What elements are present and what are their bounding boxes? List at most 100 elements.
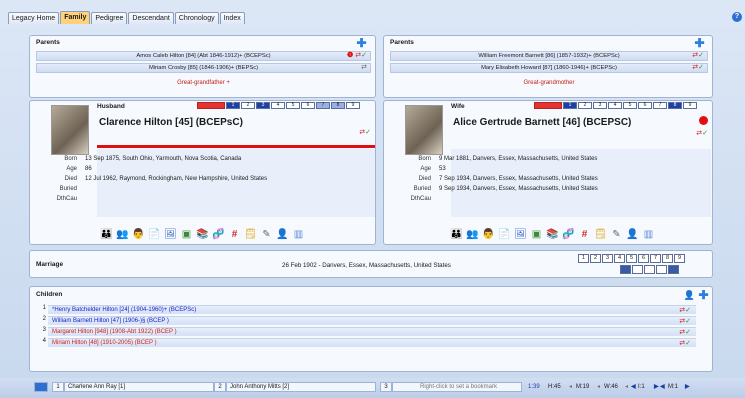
child-row[interactable]: *Henry Batchelder Hilton [24] (1904-1960…: [48, 305, 696, 314]
picture-icon[interactable]: 🖼: [514, 228, 527, 241]
add-parent-icon[interactable]: ✚: [356, 37, 367, 49]
add-parent-icon[interactable]: ✚: [694, 37, 705, 49]
source-icon[interactable]: 📚: [196, 228, 209, 241]
wife-header[interactable]: Wife 1 2 3 4 5 6 7 8 9 Alice Gertrude Ba…: [451, 102, 711, 148]
people-icon[interactable]: 👥: [466, 228, 479, 241]
mother-row[interactable]: Miriam Crosby [85] (1846-1906)+ (BEPSc) …: [36, 63, 371, 73]
hashtag-icon[interactable]: #: [578, 228, 591, 241]
wife-num-2[interactable]: 2: [578, 102, 592, 109]
husband-name[interactable]: Clarence Hilton [45] (BCEPsC): [99, 117, 243, 128]
marriage-indicator-icon[interactable]: [656, 265, 667, 274]
wife-num-5[interactable]: 5: [623, 102, 637, 109]
individual-count[interactable]: I:1: [638, 382, 645, 392]
wife-number-bar[interactable]: 1 2 3 4 5 6 7 8 9: [534, 102, 698, 109]
nav-left-icon[interactable]: ◂: [569, 382, 572, 392]
chart-icon[interactable]: ▥: [642, 228, 655, 241]
people-icon[interactable]: 👥: [116, 228, 129, 241]
warning-icon[interactable]: [699, 116, 708, 125]
marriage-num-8[interactable]: 8: [662, 254, 673, 263]
child-row[interactable]: Miriam Hilton [48] (1910-2005) (BCEP ) ⇄✓: [48, 338, 696, 347]
wife-photo[interactable]: [405, 105, 443, 155]
husband-photo[interactable]: [51, 105, 89, 155]
family-icon[interactable]: 👪: [100, 228, 113, 241]
note-icon[interactable]: 📄: [148, 228, 161, 241]
bookmark-2[interactable]: John Anthony Mitts [2]: [226, 382, 376, 392]
dna-icon[interactable]: 🧬: [562, 228, 575, 241]
father-row[interactable]: William Freemont Barnett [86] (1857-1932…: [390, 51, 708, 61]
tools-icon[interactable]: ✎: [610, 228, 623, 241]
marriages-count[interactable]: M:19: [576, 382, 589, 392]
husband-num-6[interactable]: 6: [301, 102, 315, 109]
marriage-num-6[interactable]: 6: [638, 254, 649, 263]
media-icon[interactable]: ▣: [530, 228, 543, 241]
wife-name[interactable]: Alice Gertrude Barnett [46] (BCEPSC): [453, 117, 631, 128]
wife-num-8[interactable]: 8: [668, 102, 682, 109]
marriage-num-7[interactable]: 7: [650, 254, 661, 263]
wife-num-9[interactable]: 9: [683, 102, 697, 109]
help-icon[interactable]: ?: [732, 12, 742, 22]
marriage-indicator-icon[interactable]: [620, 265, 631, 274]
husband-num-1[interactable]: 1: [226, 102, 240, 109]
wife-num-4[interactable]: 4: [608, 102, 622, 109]
husband-number-bar[interactable]: 1 2 3 4 5 6 7 8 9: [197, 102, 361, 109]
bookmark-icon[interactable]: [34, 382, 48, 392]
nav-left-icon[interactable]: ◂: [625, 382, 628, 392]
next-individual-icon[interactable]: ▶: [654, 382, 659, 392]
marriage-num-9[interactable]: 9: [674, 254, 685, 263]
prev-individual-icon[interactable]: ◀: [631, 382, 636, 392]
tab-descendant[interactable]: Descendant: [128, 12, 174, 24]
marriage-num-1[interactable]: 1: [578, 254, 589, 263]
bookmark-1[interactable]: Charlene Ann Ray [1]: [64, 382, 214, 392]
child-row[interactable]: William Barnett Hilton [47] (1906-)§ (BC…: [48, 316, 696, 325]
father-row[interactable]: Amos Caleb Hilton [84] (Abt 1846-1912)+ …: [36, 51, 371, 61]
marriage-icon-bar[interactable]: [620, 265, 680, 274]
person-icon[interactable]: 👤: [276, 228, 289, 241]
tools-icon[interactable]: ✎: [260, 228, 273, 241]
document-icon[interactable]: 🗒: [594, 228, 607, 241]
document-icon[interactable]: 🗒: [244, 228, 257, 241]
person-icon[interactable]: 👤: [626, 228, 639, 241]
hashtag-icon[interactable]: #: [228, 228, 241, 241]
child-row[interactable]: Margaret Hilton [948] (1908-Abt 1922) (B…: [48, 327, 696, 336]
marriage-num-3[interactable]: 3: [602, 254, 613, 263]
tab-chronology[interactable]: Chronology: [174, 12, 219, 24]
source-icon[interactable]: 📚: [546, 228, 559, 241]
prev-marriage-icon[interactable]: ◀: [660, 382, 665, 392]
tab-index[interactable]: Index: [219, 12, 245, 24]
family-icon[interactable]: 👪: [450, 228, 463, 241]
husband-header[interactable]: Husband 1 2 3 4 5 6 7 8 9 Clarence Hilto…: [97, 102, 375, 148]
wife-num-6[interactable]: 6: [638, 102, 652, 109]
wives-count[interactable]: W:46: [604, 382, 618, 392]
husband-num-9[interactable]: 9: [346, 102, 360, 109]
next-marriage-icon[interactable]: ▶: [685, 382, 690, 392]
marriage-indicator-icon[interactable]: [632, 265, 643, 274]
media-icon[interactable]: ▣: [180, 228, 193, 241]
parents-icon[interactable]: 👨: [482, 228, 495, 241]
husband-num-4[interactable]: 4: [271, 102, 285, 109]
note-icon[interactable]: 📄: [498, 228, 511, 241]
child-person-icon[interactable]: 👤: [684, 290, 695, 301]
nav-left-icon[interactable]: ◂: [597, 382, 600, 392]
marriage-count[interactable]: M:1: [668, 382, 678, 392]
marriage-num-2[interactable]: 2: [590, 254, 601, 263]
tab-pedigree[interactable]: Pedigree: [91, 12, 128, 24]
marriage-indicator-icon[interactable]: [644, 265, 655, 274]
dna-icon[interactable]: 🧬: [212, 228, 225, 241]
husband-num-8[interactable]: 8: [331, 102, 345, 109]
wife-num-3[interactable]: 3: [593, 102, 607, 109]
marriage-num-4[interactable]: 4: [614, 254, 625, 263]
picture-icon[interactable]: 🖼: [164, 228, 177, 241]
marriage-panel[interactable]: Marriage 26 Feb 1902 - Danvers, Essex, M…: [29, 250, 713, 278]
tab-legacy-home[interactable]: Legacy Home: [8, 12, 60, 24]
husband-num-3[interactable]: 3: [256, 102, 270, 109]
marriage-indicator-icon[interactable]: [668, 265, 679, 274]
parents-icon[interactable]: 👨: [132, 228, 145, 241]
wife-num-7[interactable]: 7: [653, 102, 667, 109]
marriage-num-5[interactable]: 5: [626, 254, 637, 263]
husband-num-2[interactable]: 2: [241, 102, 255, 109]
husband-num-7[interactable]: 7: [316, 102, 330, 109]
mother-row[interactable]: Mary Elisabeth Howard [87] (1860-1946)+ …: [390, 63, 708, 73]
marriage-details[interactable]: 26 Feb 1902 - Danvers, Essex, Massachuse…: [282, 262, 451, 269]
tab-family[interactable]: Family: [60, 11, 91, 24]
marriage-number-bar[interactable]: 1 2 3 4 5 6 7 8 9: [578, 254, 686, 263]
